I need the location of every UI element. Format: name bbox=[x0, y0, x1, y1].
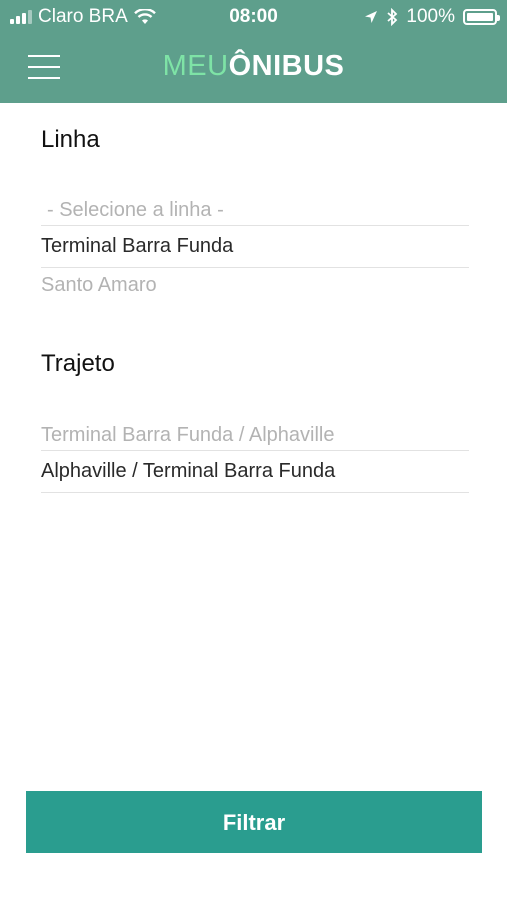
app-header: Claro BRA 08:00 100% MEUÔNIBUS bbox=[0, 0, 507, 103]
bluetooth-icon bbox=[387, 8, 398, 26]
trajeto-option-alphaville-barra-funda[interactable]: Alphaville / Terminal Barra Funda bbox=[41, 460, 469, 483]
trajeto-title: Trajeto bbox=[41, 350, 115, 377]
linha-option-terminal-barra-funda[interactable]: Terminal Barra Funda bbox=[41, 235, 469, 258]
linha-title: Linha bbox=[41, 126, 100, 153]
battery-percent: 100% bbox=[406, 6, 455, 27]
app-logo: MEUÔNIBUS bbox=[0, 50, 507, 83]
status-right: 100% bbox=[364, 6, 500, 28]
divider bbox=[41, 450, 469, 451]
divider bbox=[41, 225, 469, 226]
logo-part-onibus: ÔNIBUS bbox=[228, 50, 345, 82]
linha-option-placeholder[interactable]: - Selecione a linha - bbox=[41, 199, 469, 222]
filter-button[interactable]: Filtrar bbox=[26, 791, 482, 853]
divider bbox=[41, 492, 469, 493]
battery-fill bbox=[467, 13, 493, 21]
trajeto-option-barra-funda-alphaville[interactable]: Terminal Barra Funda / Alphaville bbox=[41, 424, 469, 447]
logo-part-meu: MEU bbox=[162, 50, 229, 82]
divider bbox=[41, 267, 469, 268]
linha-option-santo-amaro[interactable]: Santo Amaro bbox=[41, 274, 469, 297]
battery-icon bbox=[463, 9, 500, 25]
status-bar: Claro BRA 08:00 100% bbox=[0, 0, 507, 34]
location-arrow-icon bbox=[365, 11, 378, 23]
